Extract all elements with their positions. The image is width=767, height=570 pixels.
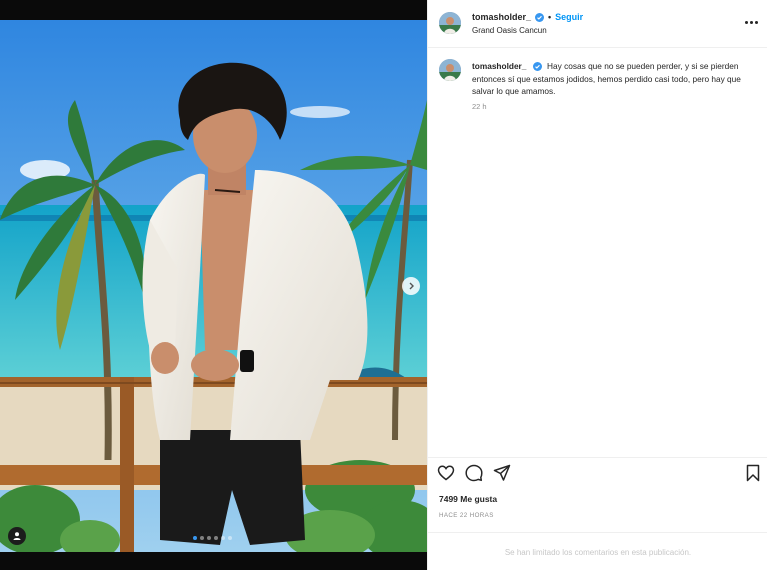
caption-username[interactable]: tomasholder_: [472, 61, 526, 71]
divider: [428, 457, 767, 458]
follow-button[interactable]: Seguir: [555, 12, 583, 22]
more-dot: [755, 20, 758, 24]
divider: [428, 532, 767, 533]
avatar[interactable]: [439, 12, 461, 34]
post-header: tomasholder_ • Seguir Grand Oasis Cancun: [428, 0, 767, 48]
post-side-panel: tomasholder_ • Seguir Grand Oasis Cancun…: [427, 0, 767, 570]
like-count[interactable]: 7499 Me gusta: [439, 494, 497, 504]
carousel-dot: [228, 536, 232, 540]
avatar-image: [439, 59, 461, 81]
carousel-indicator: [193, 536, 232, 540]
carousel-dot: [221, 536, 225, 540]
carousel-next-button[interactable]: [402, 277, 420, 295]
carousel-dot: [207, 536, 211, 540]
more-dot: [750, 20, 753, 24]
separator-dot: •: [548, 12, 552, 22]
tagged-users-button[interactable]: [8, 527, 26, 545]
more-dot: [745, 20, 748, 24]
more-options-button[interactable]: [745, 17, 759, 27]
user-icon: [13, 532, 21, 540]
verified-badge-icon: [532, 62, 542, 72]
caption-timestamp: 22 h: [472, 102, 487, 111]
heart-icon[interactable]: [437, 464, 455, 482]
post-media: [0, 0, 427, 570]
post-caption: tomasholder_ Hay cosas que no se pueden …: [472, 60, 758, 98]
media-bottom-letterbox: [0, 552, 427, 570]
post-date: HACE 22 HORAS: [439, 512, 494, 519]
carousel-dot: [214, 536, 218, 540]
avatar-image: [439, 12, 461, 34]
paper-plane-icon[interactable]: [493, 464, 511, 482]
verified-badge-icon: [535, 12, 545, 22]
comments-limited-notice: Se han limitado los comentarios en esta …: [504, 548, 692, 557]
chevron-right-icon: [409, 282, 414, 290]
carousel-dot: [200, 536, 204, 540]
carousel-dot: [193, 536, 197, 540]
username-link[interactable]: tomasholder_: [472, 12, 531, 22]
media-top-letterbox: [0, 0, 427, 20]
post-photo: [0, 20, 427, 552]
bookmark-icon[interactable]: [744, 464, 762, 482]
comment-icon[interactable]: [465, 464, 483, 482]
location-link[interactable]: Grand Oasis Cancun: [472, 26, 547, 35]
post-author: tomasholder_ • Seguir: [472, 12, 583, 22]
caption-avatar[interactable]: [439, 59, 461, 81]
